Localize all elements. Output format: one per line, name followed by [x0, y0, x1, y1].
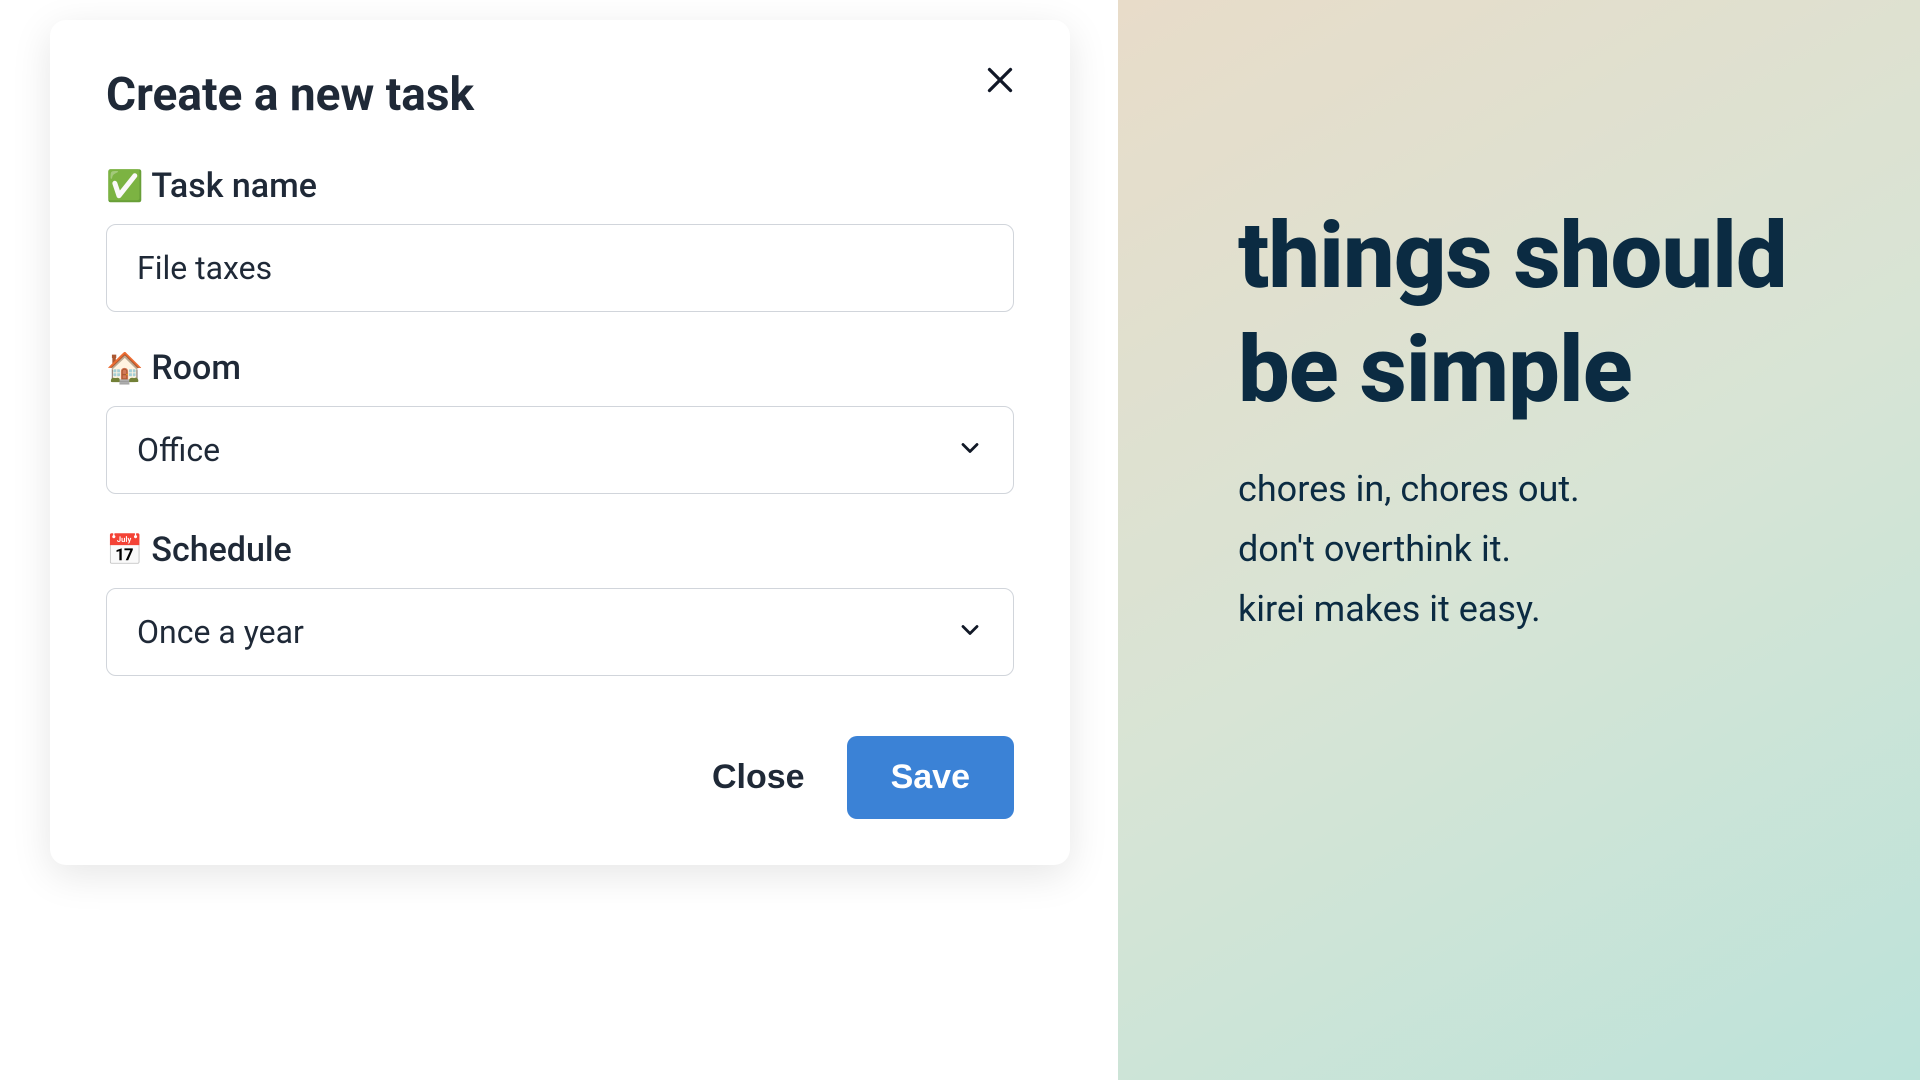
- room-select[interactable]: Office: [106, 406, 1014, 494]
- calendar-icon: 📅: [106, 533, 143, 568]
- house-icon: 🏠: [106, 351, 143, 386]
- tagline-line-1: chores in, chores out.: [1238, 460, 1840, 520]
- room-label-text: Room: [151, 348, 241, 388]
- checkmark-icon: ✅: [106, 169, 143, 204]
- save-button[interactable]: Save: [847, 736, 1014, 819]
- marketing-tagline: chores in, chores out. don't overthink i…: [1238, 460, 1840, 639]
- schedule-select[interactable]: Once a year: [106, 588, 1014, 676]
- marketing-headline: things should be simple: [1238, 200, 1840, 428]
- schedule-field-group: 📅 Schedule Once a year: [106, 530, 1014, 676]
- schedule-select-wrapper: Once a year: [106, 588, 1014, 676]
- task-name-label: ✅ Task name: [106, 166, 1014, 206]
- close-button[interactable]: Close: [698, 748, 819, 807]
- task-name-field-group: ✅ Task name: [106, 166, 1014, 312]
- close-icon-button[interactable]: [980, 60, 1020, 100]
- create-task-modal: Create a new task ✅ Task name 🏠 Room Off…: [50, 20, 1070, 865]
- schedule-label: 📅 Schedule: [106, 530, 1014, 570]
- modal-title: Create a new task: [106, 68, 1014, 122]
- room-field-group: 🏠 Room Office: [106, 348, 1014, 494]
- task-name-input[interactable]: [106, 224, 1014, 312]
- tagline-line-2: don't overthink it.: [1238, 520, 1840, 580]
- modal-footer: Close Save: [106, 736, 1014, 819]
- schedule-label-text: Schedule: [151, 530, 291, 570]
- close-icon: [982, 62, 1018, 98]
- room-select-wrapper: Office: [106, 406, 1014, 494]
- room-label: 🏠 Room: [106, 348, 1014, 388]
- left-panel: Create a new task ✅ Task name 🏠 Room Off…: [0, 0, 1118, 1080]
- task-name-label-text: Task name: [151, 166, 317, 206]
- tagline-line-3: kirei makes it easy.: [1238, 580, 1840, 640]
- right-panel: things should be simple chores in, chore…: [1118, 0, 1920, 1080]
